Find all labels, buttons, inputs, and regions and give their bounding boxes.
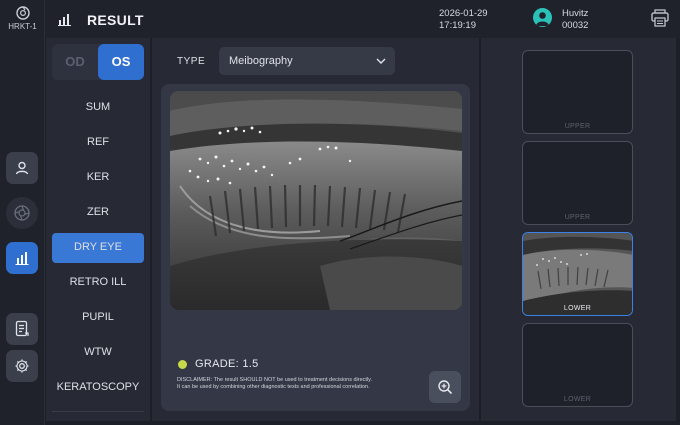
datetime: 2026-01-29 17:19:19 xyxy=(439,8,488,32)
measure-button[interactable] xyxy=(6,197,38,229)
thumbnail-image xyxy=(523,233,632,315)
device-name: HRKT-1 xyxy=(8,22,37,31)
od-button[interactable]: OD xyxy=(52,44,98,80)
patient-button[interactable] xyxy=(6,152,38,184)
chart-icon xyxy=(58,14,71,26)
settings-button[interactable] xyxy=(6,350,38,382)
meibography-image xyxy=(170,91,462,310)
disclaimer-line-1: DISCLAIMER: The result SHOULD NOT be use… xyxy=(177,377,373,383)
user-icon xyxy=(15,161,29,175)
result-panel: TYPE Meibography GRADE: 1.5 DISCLAIMER: … xyxy=(152,38,479,421)
aperture-icon xyxy=(14,205,30,221)
image-card: GRADE: 1.5 DISCLAIMER: The result SHOULD… xyxy=(161,84,470,411)
eye-toggle: OD OS xyxy=(52,44,144,80)
type-dropdown[interactable]: Meibography xyxy=(219,47,395,75)
user-info: Huvitz 00032 xyxy=(562,8,588,32)
time-text: 17:19:19 xyxy=(439,20,476,31)
settings-icon xyxy=(15,359,29,373)
thumbnail-upper-2[interactable]: UPPER xyxy=(522,141,633,225)
disclaimer-line-2: It can be used by combining other diagno… xyxy=(177,384,370,390)
meibography-photo xyxy=(170,91,462,310)
thumbnail-caption: UPPER xyxy=(564,214,591,221)
menu-item-ref[interactable]: REF xyxy=(52,127,144,162)
thumbnail-caption: LOWER xyxy=(563,396,592,403)
date-text: 2026-01-29 xyxy=(439,8,488,19)
user-icon xyxy=(536,12,549,26)
os-button[interactable]: OS xyxy=(98,44,144,80)
thumbnail-lower-2[interactable]: LOWER xyxy=(522,323,633,407)
menu-item-wtw[interactable]: WTW xyxy=(52,337,144,372)
exam-sidebar: OD OS SUM REF KER ZER DRY EYE RETRO ILL … xyxy=(46,38,150,421)
page-title: RESULT xyxy=(87,12,144,28)
grade-indicator xyxy=(178,360,187,369)
menu-item-pupil[interactable]: PUPIL xyxy=(52,302,144,337)
user-name: Huvitz xyxy=(562,8,589,19)
menu-item-retro-ill[interactable]: RETRO ILL xyxy=(52,267,144,302)
thumbnail-caption: UPPER xyxy=(564,123,591,130)
thumbnail-panel: UPPER UPPER LOWER LOWER xyxy=(481,38,676,421)
exam-menu: SUM REF KER ZER DRY EYE RETRO ILL PUPIL … xyxy=(52,92,144,407)
chevron-down-icon xyxy=(376,58,386,64)
menu-item-zer[interactable]: ZER xyxy=(52,197,144,232)
thumbnail-caption: LOWER xyxy=(563,305,592,312)
zoom-button[interactable] xyxy=(429,371,461,403)
print-button[interactable] xyxy=(650,8,670,33)
disclaimer: DISCLAIMER: The result SHOULD NOT be use… xyxy=(177,377,437,391)
divider xyxy=(52,411,144,412)
zoom-in-icon xyxy=(438,380,453,395)
report-icon xyxy=(15,320,29,337)
report-button[interactable] xyxy=(6,313,38,345)
menu-item-sum[interactable]: SUM xyxy=(52,92,144,127)
user-id: 00032 xyxy=(562,20,589,31)
result-button[interactable] xyxy=(6,242,38,274)
menu-item-keratoscopy[interactable]: KERATOSCOPY xyxy=(52,372,144,407)
type-value: Meibography xyxy=(229,55,293,67)
left-rail: HRKT-1 xyxy=(0,0,45,425)
device-icon xyxy=(15,6,30,20)
menu-item-ker[interactable]: KER xyxy=(52,162,144,197)
thumbnail-upper-1[interactable]: UPPER xyxy=(522,50,633,134)
thumbnail-lower-1[interactable]: LOWER xyxy=(522,232,633,316)
chart-icon xyxy=(15,252,29,265)
grade-text: GRADE: 1.5 xyxy=(195,358,259,370)
device-logo: HRKT-1 xyxy=(0,6,45,31)
type-label: TYPE xyxy=(177,56,206,67)
header-bar: RESULT 2026-01-29 17:19:19 Huvitz 00032 xyxy=(45,0,680,38)
menu-item-dry-eye[interactable]: DRY EYE xyxy=(52,232,144,267)
avatar[interactable] xyxy=(533,8,552,27)
printer-icon xyxy=(651,9,669,27)
